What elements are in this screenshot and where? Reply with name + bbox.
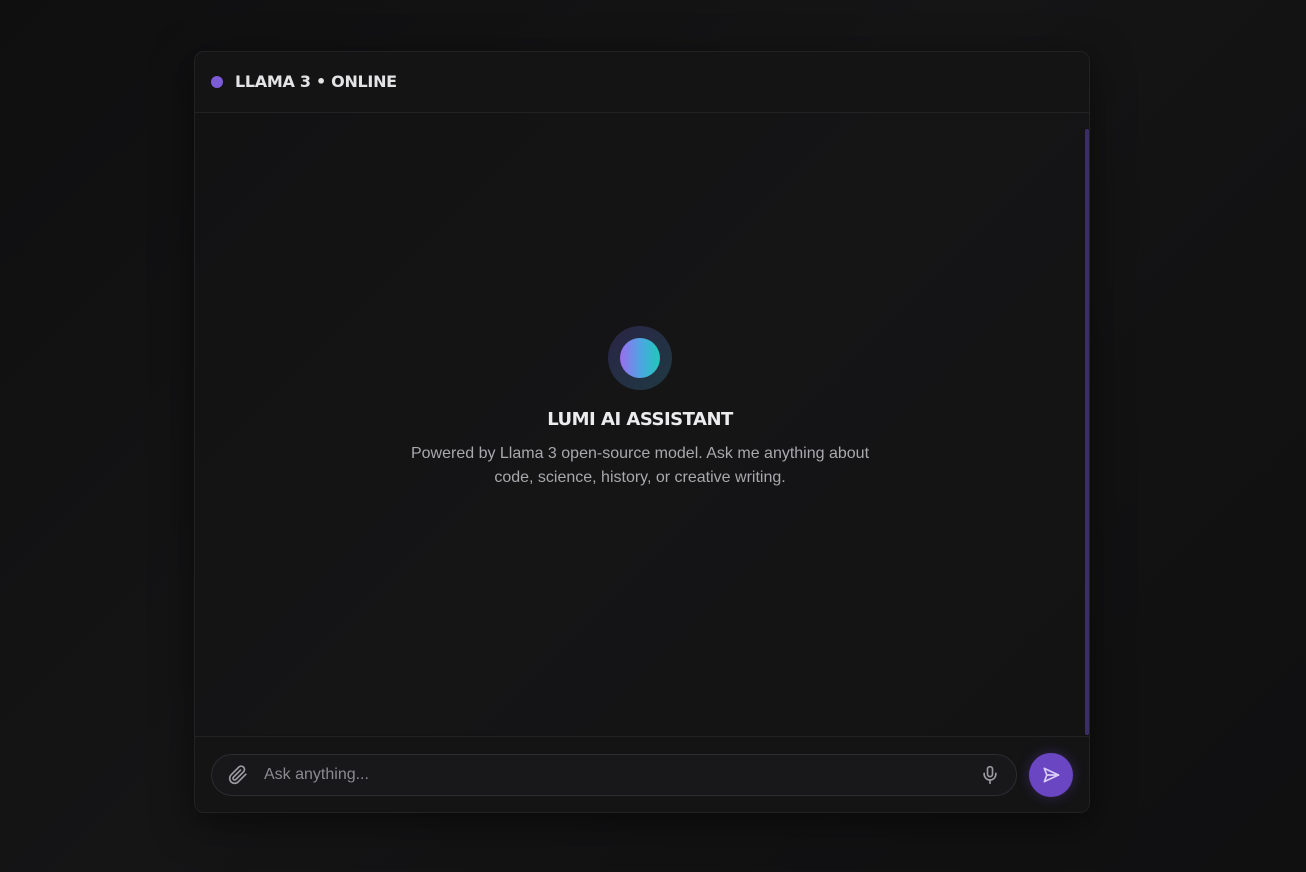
scrollbar[interactable] [1085, 129, 1089, 735]
chat-header: LLAMA 3 • ONLINE [195, 52, 1089, 113]
paperclip-icon[interactable] [228, 765, 248, 785]
assistant-avatar [608, 326, 672, 390]
message-composer [195, 736, 1089, 812]
empty-state: LUMI AI ASSISTANT Powered by Llama 3 ope… [195, 326, 1085, 490]
send-icon [1043, 767, 1060, 783]
input-container [211, 754, 1017, 796]
send-button[interactable] [1029, 753, 1073, 797]
chat-window: LLAMA 3 • ONLINE LUMI AI ASSISTANT Power… [194, 51, 1090, 813]
messages-area[interactable]: LUMI AI ASSISTANT Powered by Llama 3 ope… [195, 113, 1089, 735]
assistant-title: LUMI AI ASSISTANT [547, 409, 733, 430]
assistant-description: Powered by Llama 3 open-source model. As… [410, 445, 870, 486]
message-input[interactable] [264, 755, 964, 795]
orb-icon [620, 338, 660, 378]
online-status-dot [211, 76, 223, 88]
model-status-title: LLAMA 3 • ONLINE [235, 72, 397, 91]
microphone-icon[interactable] [980, 765, 1000, 785]
